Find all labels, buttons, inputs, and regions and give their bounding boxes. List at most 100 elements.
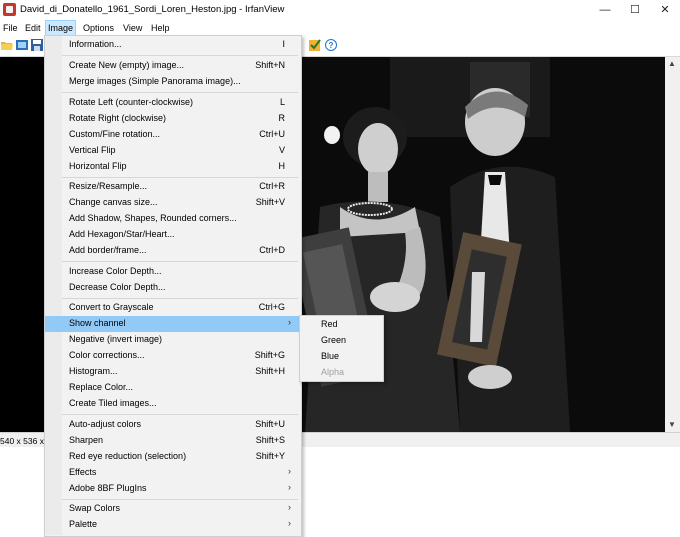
menu-item-shortcut: Ctrl+R [259, 181, 285, 191]
menu-item-palette[interactable]: Palette › [45, 517, 299, 533]
menu-item-sharpen[interactable]: Sharpen Shift+S [45, 433, 299, 449]
menu-item-label: Effects [69, 467, 97, 477]
menu-item-histogram[interactable]: Histogram... Shift+H [45, 364, 299, 380]
minimize-button[interactable]: — [590, 0, 620, 20]
close-button[interactable]: ✕ [650, 0, 680, 20]
menu-item-shortcut: L [279, 97, 285, 107]
menu-item-label: Custom/Fine rotation... [69, 129, 161, 139]
submenu-item-label: Green [321, 335, 347, 345]
menu-item-resize-resample[interactable]: Resize/Resample... Ctrl+R [45, 179, 299, 195]
menu-item-rotate-right[interactable]: Rotate Right (clockwise) R [45, 111, 299, 127]
menu-item-label: Information... [69, 39, 122, 49]
slideshow-icon[interactable] [16, 39, 28, 51]
menu-item-label: Change canvas size... [69, 197, 158, 207]
menu-item-label: Rotate Left (counter-clockwise) [69, 97, 194, 107]
help-icon[interactable]: ? [325, 39, 337, 51]
menu-item-label: Swap Colors [69, 503, 121, 513]
menu-item-merge-images[interactable]: Merge images (Simple Panorama image)... [45, 74, 299, 90]
menu-item-label: Palette [69, 519, 98, 529]
submenu-item-label: Alpha [321, 367, 345, 377]
menu-item-label: Create New (empty) image... [69, 60, 185, 70]
menu-item-shortcut: V [278, 145, 285, 155]
menu-item-auto-adjust-colors[interactable]: Auto-adjust colors Shift+U [45, 417, 299, 433]
menu-item-label: Sharpen [69, 435, 104, 445]
menu-separator [62, 177, 298, 178]
menu-edit[interactable]: Edit [23, 21, 43, 36]
menu-item-add-border-frame[interactable]: Add border/frame... Ctrl+D [45, 243, 299, 259]
menu-item-label: Increase Color Depth... [69, 266, 162, 276]
scroll-up-arrow-icon[interactable]: ▲ [668, 59, 676, 68]
menu-item-replace-color[interactable]: Replace Color... [45, 380, 299, 396]
submenu-item-blue[interactable]: Blue [300, 349, 381, 365]
menu-item-label: Create Tiled images... [69, 398, 157, 408]
menu-item-negative[interactable]: Negative (invert image) [45, 332, 299, 348]
menu-item-increase-color-depth[interactable]: Increase Color Depth... [45, 264, 299, 280]
menu-item-shortcut: Shift+U [255, 419, 285, 429]
save-icon[interactable] [31, 39, 43, 51]
menu-item-label: Convert to Grayscale [69, 302, 154, 312]
menu-item-shortcut: Shift+H [255, 366, 285, 376]
menu-view[interactable]: View [121, 21, 144, 36]
maximize-button[interactable]: ☐ [620, 0, 650, 20]
menu-item-rotate-left[interactable]: Rotate Left (counter-clockwise) L [45, 95, 299, 111]
menu-item-adobe-8bf-plugins[interactable]: Adobe 8BF PlugIns › [45, 481, 299, 497]
menu-separator [62, 414, 298, 415]
menu-item-create-tiled-images[interactable]: Create Tiled images... [45, 396, 299, 412]
menu-separator [62, 92, 298, 93]
menu-item-label: Negative (invert image) [69, 334, 163, 344]
menu-item-label: Auto-adjust colors [69, 419, 142, 429]
menu-item-label: Show channel [69, 318, 126, 328]
submenu-item-label: Red [321, 319, 338, 329]
submenu-arrow-icon: › [288, 317, 291, 327]
menu-item-label: Histogram... [69, 366, 118, 376]
submenu-item-red[interactable]: Red [300, 317, 381, 333]
checklist-icon[interactable] [309, 39, 321, 51]
menu-item-add-shadow-shapes[interactable]: Add Shadow, Shapes, Rounded corners... [45, 211, 299, 227]
menu-item-label: Add Shadow, Shapes, Rounded corners... [69, 213, 237, 223]
menu-item-change-canvas-size[interactable]: Change canvas size... Shift+V [45, 195, 299, 211]
scroll-down-arrow-icon[interactable]: ▼ [668, 420, 676, 429]
menu-item-vertical-flip[interactable]: Vertical Flip V [45, 143, 299, 159]
menu-item-label: Merge images (Simple Panorama image)... [69, 76, 241, 86]
submenu-item-alpha: Alpha [300, 365, 381, 381]
menu-help[interactable]: Help [149, 21, 172, 36]
menu-item-red-eye-reduction[interactable]: Red eye reduction (selection) Shift+Y [45, 449, 299, 465]
menu-item-shortcut: Shift+V [255, 197, 285, 207]
menu-item-shortcut: R [278, 113, 286, 123]
menu-file[interactable]: File [1, 21, 20, 36]
vertical-scrollbar[interactable]: ▲ ▼ [665, 57, 680, 432]
menu-item-create-new-image[interactable]: Create New (empty) image... Shift+N [45, 58, 299, 74]
menu-item-custom-rotation[interactable]: Custom/Fine rotation... Ctrl+U [45, 127, 299, 143]
open-folder-icon[interactable] [1, 39, 13, 51]
menu-item-label: Vertical Flip [69, 145, 116, 155]
menu-item-show-channel[interactable]: Show channel › [45, 316, 299, 332]
menu-item-label: Add border/frame... [69, 245, 147, 255]
menu-separator [62, 261, 298, 262]
menu-options[interactable]: Options [81, 21, 116, 36]
menu-item-add-hexagon-star-heart[interactable]: Add Hexagon/Star/Heart... [45, 227, 299, 243]
irfanview-app-icon[interactable] [3, 3, 16, 16]
menu-item-label: Decrease Color Depth... [69, 282, 166, 292]
menu-item-shortcut: Shift+N [255, 60, 285, 70]
menu-item-information[interactable]: Information... I [45, 37, 299, 53]
menu-item-shortcut: Shift+S [255, 435, 285, 445]
menu-item-effects[interactable]: Effects › [45, 465, 299, 481]
window-title: David_di_Donatello_1961_Sordi_Loren_Hest… [20, 4, 285, 15]
menu-item-color-corrections[interactable]: Color corrections... Shift+G [45, 348, 299, 364]
submenu-arrow-icon: › [288, 502, 291, 512]
menu-item-shortcut: Ctrl+G [258, 302, 285, 312]
menu-separator [62, 499, 298, 500]
menu-item-horizontal-flip[interactable]: Horizontal Flip H [45, 159, 299, 175]
menu-item-swap-colors[interactable]: Swap Colors › [45, 501, 299, 517]
menu-item-decrease-color-depth[interactable]: Decrease Color Depth... [45, 280, 299, 296]
submenu-arrow-icon: › [288, 482, 291, 492]
menu-item-shortcut: Shift+Y [255, 451, 285, 461]
menu-item-shortcut: I [282, 39, 285, 49]
submenu-item-green[interactable]: Green [300, 333, 381, 349]
menu-item-label: Red eye reduction (selection) [69, 451, 187, 461]
svg-text:?: ? [329, 41, 334, 50]
menu-separator [62, 55, 298, 56]
menu-image[interactable]: Image [45, 20, 77, 36]
submenu-arrow-icon: › [288, 466, 291, 476]
menu-item-convert-to-grayscale[interactable]: Convert to Grayscale Ctrl+G [45, 300, 299, 316]
